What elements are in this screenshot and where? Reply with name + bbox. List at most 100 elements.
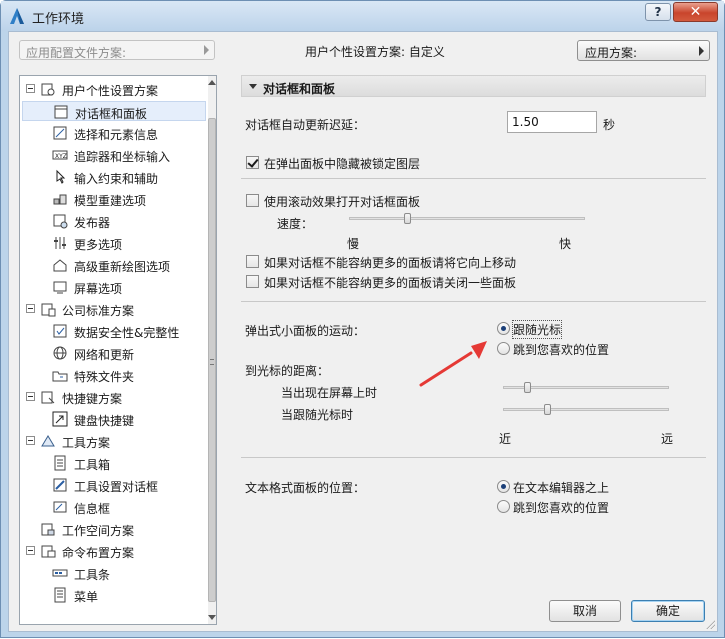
tree-item-label: 快捷键方案: [62, 392, 123, 406]
tree-item-label: 特殊文件夹: [74, 370, 135, 384]
toolbar-icon: [52, 569, 68, 577]
hide-locked-checkbox[interactable]: [246, 156, 259, 169]
close-panels-checkbox[interactable]: [246, 275, 259, 288]
on-screen-slider-thumb[interactable]: [523, 382, 531, 393]
app-logo-icon: [10, 8, 24, 24]
help-button[interactable]: ?: [645, 3, 671, 21]
tree-item[interactable]: 信息框: [22, 497, 206, 517]
tree-item[interactable]: 选择和元素信息: [22, 123, 206, 143]
apply-scheme-button[interactable]: 应用方案:: [577, 40, 710, 61]
tree-group[interactable]: 用户个性设置方案: [22, 79, 206, 99]
divider: [241, 178, 706, 179]
follow-distance-label: 当跟随光标时: [281, 408, 354, 422]
tree-item[interactable]: 键盘快捷键: [22, 409, 206, 429]
speed-slider-track[interactable]: [349, 217, 585, 220]
tree-item-label: 工具方案: [62, 436, 111, 450]
tree-item-label: 工具条: [74, 568, 111, 582]
tree-item[interactable]: XYZ 追踪器和坐标输入: [22, 145, 206, 165]
selection-info-icon: [53, 126, 67, 140]
scroll-effect-checkbox[interactable]: [246, 194, 259, 207]
tree-item[interactable]: 更多选项: [22, 233, 206, 253]
scroll-up-icon[interactable]: [208, 80, 216, 85]
tree-item-label: 数据安全性&完整性: [74, 326, 180, 340]
tree-scrollbar[interactable]: [208, 76, 216, 624]
jump-preferred-radio[interactable]: [497, 342, 510, 355]
tree-item[interactable]: 特殊文件夹: [22, 365, 206, 385]
tree-item[interactable]: 屏幕选项: [22, 277, 206, 297]
section-header[interactable]: 对话框和面板: [241, 75, 706, 97]
speed-min-label: 慢: [347, 237, 360, 251]
command-layout-icon: [41, 545, 56, 558]
cancel-button[interactable]: 取消: [549, 600, 621, 622]
collapse-toggle-icon[interactable]: [26, 84, 35, 93]
delay-unit: 秒: [603, 118, 616, 132]
tree-item[interactable]: 数据安全性&完整性: [22, 321, 206, 341]
follow-distance-slider-track[interactable]: [503, 408, 669, 411]
publisher-icon: [53, 214, 68, 229]
tree-item[interactable]: 工具箱: [22, 453, 206, 473]
redraw-icon: [53, 259, 67, 272]
tree-item-label: 网络和更新: [74, 348, 135, 362]
tree-group[interactable]: 工作空间方案: [22, 519, 206, 539]
tree-item-label: 对话框和面板: [75, 107, 148, 121]
settings-tree[interactable]: 用户个性设置方案对话框和面板选择和元素信息 XYZ 追踪器和坐标输入输入约束和辅助模…: [19, 75, 217, 625]
tree-item[interactable]: 菜单: [22, 585, 206, 605]
keyboard-shortcut-icon: [52, 411, 68, 427]
speed-label: 速度：: [277, 217, 314, 231]
resize-grip-icon[interactable]: [705, 619, 715, 629]
hide-locked-label: 在弹出面板中隐藏被锁定图层: [264, 157, 421, 171]
tree-group[interactable]: 工具方案: [22, 431, 206, 451]
tree-group[interactable]: 公司标准方案: [22, 299, 206, 319]
globe-icon: [53, 346, 67, 360]
tree-item[interactable]: 发布器: [22, 211, 206, 231]
above-editor-radio[interactable]: [497, 480, 510, 493]
input-constraint-icon: [56, 169, 66, 184]
tree-item[interactable]: 高级重新绘图选项: [22, 255, 206, 275]
tree-item[interactable]: 输入约束和辅助: [22, 167, 206, 187]
settings-panel: 对话框和面板 对话框自动更新迟延： 秒 在弹出面板中隐藏被锁定图层 使用滚动效果…: [241, 75, 711, 575]
tree-item[interactable]: 网络和更新: [22, 343, 206, 363]
move-up-checkbox[interactable]: [246, 255, 259, 268]
tree-item[interactable]: 工具设置对话框: [22, 475, 206, 495]
scroll-thumb[interactable]: [208, 118, 216, 602]
follow-distance-slider-thumb[interactable]: [543, 404, 551, 415]
collapse-toggle-icon[interactable]: [26, 436, 35, 445]
toolbox-icon: [54, 455, 66, 471]
tree-group[interactable]: 命令布置方案: [22, 541, 206, 561]
tree-item[interactable]: 模型重建选项: [22, 189, 206, 209]
tracker-xyz-icon: XYZ: [52, 150, 68, 160]
profile-scheme-combo[interactable]: 应用配置文件方案:: [19, 40, 215, 60]
tree-item-label: 信息框: [74, 502, 111, 516]
tree-item[interactable]: 对话框和面板: [22, 101, 206, 121]
follow-cursor-radio[interactable]: [497, 322, 510, 335]
follow-cursor-label: 跟随光标: [511, 320, 563, 339]
collapse-toggle-icon[interactable]: [26, 392, 35, 401]
speed-slider-thumb[interactable]: [404, 213, 411, 224]
tree-item-label: 屏幕选项: [74, 282, 123, 296]
tool-settings-icon: [53, 478, 67, 492]
ok-button[interactable]: 确定: [631, 600, 705, 622]
text-jump-preferred-radio[interactable]: [497, 500, 510, 513]
tree-item-label: 追踪器和坐标输入: [74, 150, 171, 164]
model-rebuild-icon: [53, 194, 67, 205]
update-delay-label: 对话框自动更新迟延：: [245, 118, 366, 132]
tree-item[interactable]: 工具条: [22, 563, 206, 583]
tree-item-label: 命令布置方案: [62, 546, 135, 560]
popup-motion-label: 弹出式小面板的运动：: [245, 324, 366, 338]
close-button[interactable]: ✕: [673, 2, 718, 22]
dialog-panel-icon: [54, 105, 68, 119]
text-jump-preferred-label: 跳到您喜欢的位置: [513, 501, 610, 515]
title-bar[interactable]: 工作环境 ? ✕: [1, 1, 724, 31]
update-delay-input[interactable]: [507, 111, 597, 133]
info-box-icon: [53, 501, 67, 513]
workspace-scheme-icon: [41, 523, 55, 536]
current-scheme-label: 用户个性设置方案: 自定义: [305, 45, 445, 59]
chevron-right-icon: [204, 45, 209, 55]
more-options-icon: [54, 237, 66, 249]
collapse-toggle-icon[interactable]: [26, 546, 35, 555]
tree-group[interactable]: 快捷键方案: [22, 387, 206, 407]
scroll-down-icon[interactable]: [208, 615, 216, 620]
tree-item-label: 公司标准方案: [62, 304, 135, 318]
grip-icon: [210, 359, 214, 365]
collapse-toggle-icon[interactable]: [26, 304, 35, 313]
